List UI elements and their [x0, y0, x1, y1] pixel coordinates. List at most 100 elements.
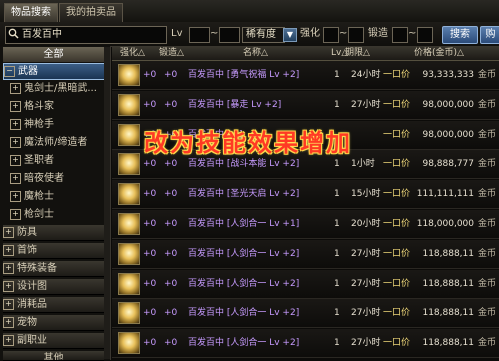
forge-max-input[interactable] — [417, 27, 433, 43]
expand-icon[interactable]: + — [10, 208, 21, 220]
tab-my-auctions[interactable]: 我的拍卖品 — [59, 3, 123, 22]
expand-icon[interactable]: + — [3, 316, 14, 328]
cell-name: 百发百中 [人剑合一 Lv +2] — [188, 338, 300, 349]
forge-tilde: ~ — [408, 28, 417, 39]
sidebar-item-special[interactable]: + 特殊装备 — [3, 261, 104, 277]
cell-forge: +0 — [164, 189, 178, 200]
table-row[interactable]: +0 +0 百发百中 [勇气祝福 Lv +2] 1 24小时 一口价 93,333,333 金… — [112, 61, 499, 90]
cell-forge: +0 — [164, 219, 178, 229]
forge-label: 锻造 — [368, 28, 388, 39]
sidebar-sub-item[interactable]: + 暗夜使者 — [10, 171, 104, 186]
sidebar-item-accessory[interactable]: + 首饰 — [3, 243, 104, 259]
expand-icon[interactable]: + — [10, 190, 21, 202]
sidebar-item-armor[interactable]: + 防具 — [3, 225, 104, 241]
table-row[interactable]: +0 +0 百发百中 [人剑合一 Lv +2] 1 27小时 一口价 118,888,11 金… — [112, 299, 499, 329]
expand-icon[interactable]: + — [10, 136, 21, 148]
cell-price: 98,000,000 — [422, 99, 474, 110]
expand-icon[interactable]: + — [3, 262, 14, 274]
sidebar-item-label: 武器 — [18, 66, 38, 77]
sidebar-sub-item[interactable]: + 魔法师/缔造者 — [10, 135, 104, 150]
sidebar-sub-item[interactable]: + 神枪手 — [10, 117, 104, 132]
expand-icon[interactable]: + — [3, 298, 14, 310]
rarity-select[interactable]: 稀有度 — [242, 27, 285, 43]
table-row[interactable]: +0 +0 百发百中 [人剑合一 Lv +1] 1 20小时 一口价 118,000,000… — [112, 210, 499, 239]
cell-price-label: 一口价 — [383, 308, 411, 319]
item-icon[interactable] — [118, 302, 140, 325]
expand-icon[interactable]: + — [10, 172, 21, 184]
item-icon[interactable] — [118, 213, 140, 235]
sidebar-item-label: 魔法师/缔造者 — [24, 137, 88, 148]
enhance-max-input[interactable] — [348, 27, 364, 43]
cell-price-label: 一口价 — [383, 99, 411, 110]
sidebar-item-blueprint[interactable]: + 设计图 — [3, 279, 104, 295]
sidebar-item-label: 首饰 — [17, 245, 37, 256]
cell-name: 百发百中 [人剑合一 Lv +1] — [188, 219, 300, 229]
item-icon[interactable] — [118, 64, 140, 86]
table-row[interactable]: +0 +0 百发百中 [人剑合一 Lv +2] 1 27小时 一口价 118,888,11 金… — [112, 329, 499, 359]
lv-min-input[interactable] — [189, 27, 210, 43]
cell-period: 24小时 — [351, 70, 381, 80]
search-input[interactable]: 百发百中 — [5, 26, 167, 44]
sidebar-sub-item[interactable]: + 枪剑士 — [10, 207, 104, 222]
sidebar-item-label: 暗夜使者 — [24, 173, 64, 184]
sidebar-sub-item[interactable]: + 格斗家 — [10, 99, 104, 114]
col-name[interactable]: 名称△ — [243, 46, 268, 60]
cell-price-label: 一口价 — [383, 159, 411, 170]
expand-icon[interactable]: + — [3, 244, 14, 256]
table-row[interactable]: +0 +0 百发百中 [人剑合一 Lv +2] 1 27小时 一口价 118,888,11 金… — [112, 239, 499, 269]
sidebar-item-subjob[interactable]: + 副职业 — [3, 333, 104, 349]
cell-period: 27小时 — [351, 248, 381, 259]
col-forge[interactable]: 锻造△ — [159, 46, 184, 60]
sidebar-item-pet[interactable]: + 宠物 — [3, 315, 104, 331]
sidebar-item-all[interactable]: 全部 — [3, 47, 104, 62]
sidebar-item-weapon[interactable]: − 武器 — [3, 63, 106, 80]
sidebar-scrollbar[interactable] — [104, 47, 110, 359]
search-button[interactable]: 搜索 — [442, 26, 478, 44]
item-icon[interactable] — [118, 93, 140, 116]
lv-max-input[interactable] — [219, 27, 240, 43]
table-row[interactable]: +0 +0 百发百中 [暴走 Lv +2] 1 27小时 一口价 98,000,000 金币 — [112, 90, 499, 120]
enhance-min-input[interactable] — [323, 27, 339, 43]
cell-unit: 金币 — [478, 278, 497, 289]
col-price[interactable]: 价格(金币)△ — [414, 46, 464, 60]
sidebar-item-consumable[interactable]: + 消耗品 — [3, 297, 104, 313]
item-icon[interactable] — [118, 183, 140, 206]
cell-unit: 金币 — [478, 248, 497, 259]
col-period[interactable]: 期限△ — [345, 46, 370, 60]
cell-lv: 1 — [334, 219, 340, 229]
expand-icon[interactable]: + — [3, 334, 14, 346]
cell-forge: +0 — [164, 70, 178, 80]
expand-icon[interactable]: + — [10, 82, 21, 94]
item-icon[interactable] — [118, 242, 140, 265]
extra-button[interactable]: 购 — [480, 26, 499, 44]
sidebar-sub-item[interactable]: + 魔枪士 — [10, 189, 104, 204]
item-icon[interactable] — [118, 272, 140, 295]
table-row[interactable]: +0 +0 百发百中 [人剑合一 Lv +2] 1 27小时 一口价 118,888,11 金… — [112, 269, 499, 299]
item-icon[interactable] — [118, 153, 140, 176]
cell-unit: 金币 — [478, 159, 497, 170]
sidebar-sub-item[interactable]: + 鬼剑士/黑暗武... — [10, 81, 104, 96]
cell-price: 118,888,11 — [422, 248, 474, 259]
cell-name: 百发百中 [人剑合一 Lv +2] — [188, 248, 300, 259]
sidebar-item-label: 枪剑士 — [24, 209, 54, 220]
chevron-down-icon[interactable]: ▼ — [283, 28, 297, 42]
cell-price: 98,000,000 — [422, 129, 474, 140]
expand-icon[interactable]: + — [3, 226, 14, 238]
expand-icon[interactable]: + — [10, 118, 21, 130]
expand-icon[interactable]: + — [3, 280, 14, 292]
expand-icon[interactable]: + — [10, 100, 21, 112]
item-icon[interactable] — [118, 332, 140, 355]
item-icon[interactable] — [118, 123, 140, 146]
tab-item-search[interactable]: 物品搜索 — [4, 3, 58, 22]
expand-icon[interactable]: + — [10, 154, 21, 166]
cell-price: 118,000,000 — [416, 219, 474, 229]
collapse-icon[interactable]: − — [4, 65, 15, 77]
table-row[interactable]: +0 +0 百发百中 [圣光天启 Lv +2] 1 15小时 一口价 111,111,111… — [112, 180, 499, 210]
cell-period: 27小时 — [351, 278, 381, 289]
sidebar-sub-item[interactable]: + 圣职者 — [10, 153, 104, 168]
cell-forge: +0 — [164, 99, 178, 110]
sidebar-item-label: 神枪手 — [24, 119, 54, 130]
col-enhance[interactable]: 强化△ — [120, 46, 145, 60]
sidebar-item-label: 消耗品 — [17, 299, 47, 310]
forge-min-input[interactable] — [392, 27, 408, 43]
